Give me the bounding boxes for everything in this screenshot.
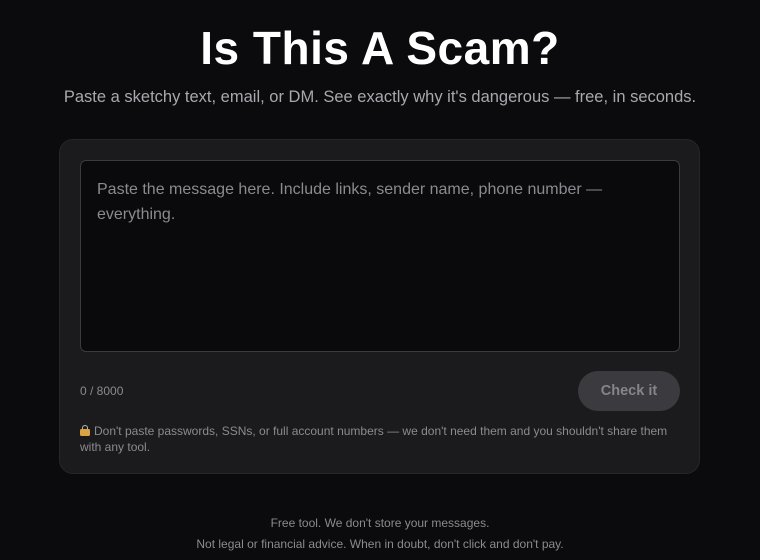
message-input[interactable] [80,160,680,352]
page-title: Is This A Scam? [200,22,560,74]
char-counter: 0 / 8000 [80,384,124,398]
check-it-button[interactable]: Check it [578,371,680,411]
scam-check-card: 0 / 8000 Check it Don't paste passwords,… [59,139,700,474]
footer-disclaimer-advice: Not legal or financial advice. When in d… [196,537,564,551]
privacy-notice-text: Don't paste passwords, SSNs, or full acc… [80,424,668,454]
page: Is This A Scam? Paste a sketchy text, em… [0,0,760,560]
lock-icon [80,425,90,436]
footer-disclaimer-storage: Free tool. We don't store your messages. [270,516,490,530]
privacy-notice: Don't paste passwords, SSNs, or full acc… [80,423,680,455]
page-subtitle: Paste a sketchy text, email, or DM. See … [63,88,697,106]
